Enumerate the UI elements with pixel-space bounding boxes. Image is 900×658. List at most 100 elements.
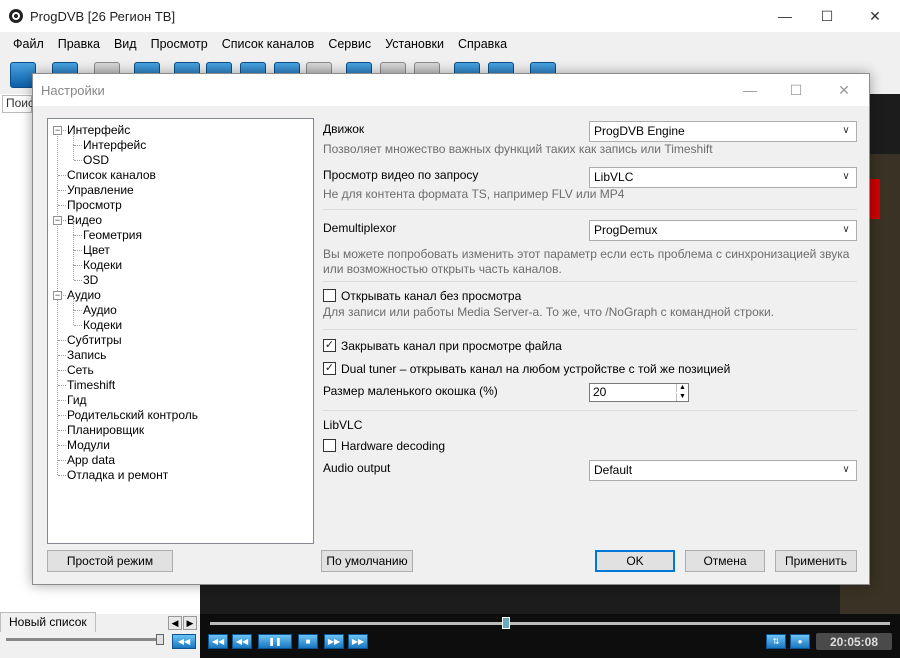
defaults-button[interactable]: По умолчанию <box>321 550 413 572</box>
menu-service[interactable]: Сервис <box>321 32 378 56</box>
tree-item[interactable]: Сеть <box>67 363 94 378</box>
volume-slider[interactable] <box>6 638 164 641</box>
tree-connector <box>74 265 82 266</box>
tree-item[interactable]: Просмотр <box>67 198 122 213</box>
tree-subitem[interactable]: Цвет <box>83 243 110 258</box>
libvlc-section-title: LibVLC <box>323 418 363 432</box>
menu-watch[interactable]: Просмотр <box>144 32 215 56</box>
menubar: Файл Правка Вид Просмотр Список каналов … <box>0 32 900 56</box>
small-window-label: Размер маленького окошка (%) <box>323 384 498 398</box>
dual-tuner-checkbox[interactable]: ✓ <box>323 362 336 375</box>
tree-item[interactable]: Отладка и ремонт <box>67 468 168 483</box>
tree-connector <box>58 205 66 206</box>
tree-item[interactable]: Гид <box>67 393 87 408</box>
clock-display: 20:05:08 <box>816 633 892 650</box>
audio-output-select[interactable]: Default ∨ <box>589 460 857 481</box>
stop-icon[interactable]: ■ <box>298 634 318 649</box>
menu-settings[interactable]: Установки <box>378 32 451 56</box>
dialog-close-icon[interactable]: ✕ <box>821 74 867 106</box>
open-no-view-checkbox[interactable] <box>323 289 336 302</box>
tree-collapse-icon[interactable]: − <box>53 291 62 300</box>
tree-collapse-icon[interactable]: − <box>53 216 62 225</box>
mute-button[interactable]: ◀◀ <box>172 634 196 649</box>
engine-select[interactable]: ProgDVB Engine ∨ <box>589 121 857 142</box>
tree-subitem[interactable]: OSD <box>83 153 109 168</box>
tree-subitem[interactable]: Интерфейс <box>83 138 146 153</box>
seek-thumb[interactable] <box>502 617 510 629</box>
tree-connector <box>58 460 66 461</box>
tree-item[interactable]: Родительский контроль <box>67 408 198 423</box>
tree-connector <box>73 310 74 325</box>
tree-connector <box>58 400 66 401</box>
tree-item[interactable]: Управление <box>67 183 134 198</box>
menu-view[interactable]: Вид <box>107 32 144 56</box>
separator <box>323 329 857 330</box>
scroll-left-icon[interactable]: ◀ <box>168 616 182 630</box>
spin-down-icon[interactable]: ▼ <box>676 393 688 401</box>
prev-icon[interactable]: ◀◀ <box>208 634 228 649</box>
demux-select[interactable]: ProgDemux ∨ <box>589 220 857 241</box>
cancel-button[interactable]: Отмена <box>685 550 765 572</box>
on-demand-select-value: LibVLC <box>594 170 634 184</box>
demux-hint-2: или возможностью открыть часть каналов. <box>323 262 562 276</box>
chevron-down-icon: ∨ <box>842 171 850 182</box>
tree-item[interactable]: Запись <box>67 348 106 363</box>
small-window-spinner[interactable]: 20 ▲ ▼ <box>589 383 689 402</box>
seek-bar[interactable] <box>210 622 890 625</box>
tree-connector <box>58 190 66 191</box>
tree-subitem[interactable]: Аудио <box>83 303 117 318</box>
tree-item[interactable]: App data <box>67 453 115 468</box>
settings-tree[interactable]: Интерфейс − Интерфейс OSD Список каналов Упра… <box>47 118 314 544</box>
tree-subitem[interactable]: Кодеки <box>83 258 122 273</box>
next-icon[interactable]: ▶▶ <box>348 634 368 649</box>
menu-edit[interactable]: Правка <box>51 32 107 56</box>
dialog-minimize-icon[interactable]: — <box>727 74 773 106</box>
tree-connector <box>73 130 74 145</box>
volume-slider-thumb[interactable] <box>156 634 164 645</box>
tree-item[interactable]: Timeshift <box>67 378 115 393</box>
open-no-view-hint: Для записи или работы Media Server-а. То… <box>323 305 775 319</box>
tree-subitem[interactable]: Кодеки <box>83 318 122 333</box>
spin-up-icon[interactable]: ▲ <box>676 384 688 392</box>
tree-connector <box>58 430 66 431</box>
search-input[interactable]: Поис <box>2 95 34 113</box>
simple-mode-button[interactable]: Простой режим <box>47 550 173 572</box>
tree-connector <box>73 250 74 265</box>
dialog-maximize-icon[interactable]: ☐ <box>773 74 819 106</box>
tree-item[interactable]: Субтитры <box>67 333 122 348</box>
tree-connector <box>73 220 74 235</box>
menu-help[interactable]: Справка <box>451 32 514 56</box>
separator <box>323 410 857 411</box>
pause-icon[interactable]: ❚❚ <box>258 634 292 649</box>
tree-connector <box>74 250 82 251</box>
tree-connector <box>73 295 74 310</box>
tree-item[interactable]: Планировщик <box>67 423 144 438</box>
close-on-file-checkbox[interactable]: ✓ <box>323 339 336 352</box>
close-icon[interactable]: ✕ <box>852 0 898 32</box>
tree-item[interactable]: Список каналов <box>67 168 156 183</box>
hw-decoding-checkbox[interactable] <box>323 439 336 452</box>
settings-round-icon[interactable]: ● <box>790 634 810 649</box>
app-title: ProgDVB [26 Регион ТВ] <box>30 9 176 24</box>
on-demand-select[interactable]: LibVLC ∨ <box>589 167 857 188</box>
minimize-icon[interactable]: — <box>762 0 808 32</box>
app-titlebar: ProgDVB [26 Регион ТВ] — ☐ ✕ <box>0 0 900 32</box>
apply-button[interactable]: Применить <box>775 550 857 572</box>
rewind-icon[interactable]: ◀◀ <box>232 634 252 649</box>
tab-new-list[interactable]: Новый список <box>0 612 96 632</box>
engine-label: Движок <box>323 122 365 136</box>
ok-button[interactable]: OK <box>595 550 675 572</box>
scroll-right-icon[interactable]: ▶ <box>183 616 197 630</box>
menu-file[interactable]: Файл <box>6 32 51 56</box>
maximize-icon[interactable]: ☐ <box>804 0 850 32</box>
tree-subitem[interactable]: 3D <box>83 273 98 288</box>
close-on-file-label: Закрывать канал при просмотре файла <box>341 339 562 353</box>
timeshift-icon[interactable]: ⇅ <box>766 634 786 649</box>
tree-item[interactable]: Модули <box>67 438 110 453</box>
tree-subitem[interactable]: Геометрия <box>83 228 142 243</box>
menu-channel-list[interactable]: Список каналов <box>215 32 322 56</box>
tree-collapse-icon[interactable]: − <box>53 126 62 135</box>
tree-item[interactable]: Интерфейс <box>67 123 130 138</box>
forward-icon[interactable]: ▶▶ <box>324 634 344 649</box>
tree-connector <box>74 235 82 236</box>
